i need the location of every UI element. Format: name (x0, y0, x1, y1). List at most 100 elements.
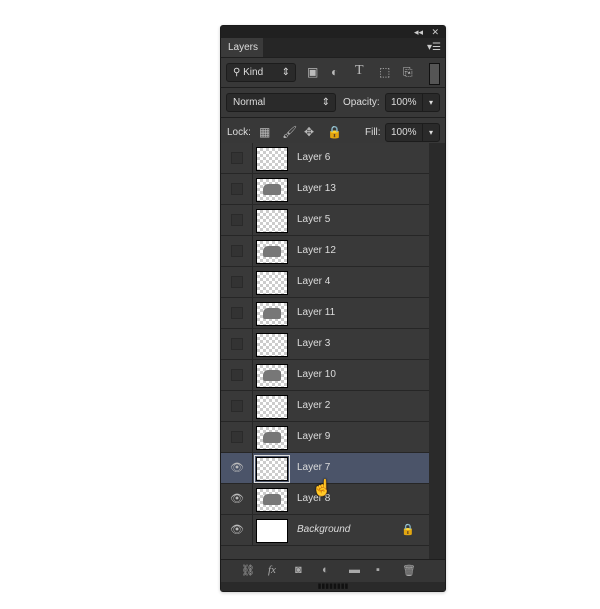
layer-name[interactable]: Layer 9 (297, 422, 330, 452)
new-layer-icon[interactable]: ▪ (376, 564, 380, 576)
layer-thumbnail[interactable] (256, 395, 288, 419)
visibility-toggle[interactable] (221, 267, 253, 297)
eye-icon: 👁 (230, 524, 244, 536)
resize-grip[interactable]: ▮▮▮▮▮▮▮▮ (221, 582, 445, 591)
smart-object-filter-icon[interactable]: ⎘ (403, 65, 413, 79)
close-icon[interactable]: ✕ (431, 26, 439, 38)
layer-thumbnail[interactable] (256, 488, 288, 512)
layer-thumbnail[interactable] (256, 178, 288, 202)
visibility-toggle[interactable] (221, 236, 253, 266)
lock-label: Lock: (227, 127, 251, 138)
layer-row[interactable]: Layer 2 (221, 391, 429, 422)
layer-row[interactable]: Layer 11 (221, 298, 429, 329)
blend-row: Normal ⇕ Opacity: 100% ▾ (221, 88, 445, 118)
layer-row[interactable]: Layer 3 (221, 329, 429, 360)
layer-row[interactable]: Layer 6 (221, 143, 429, 174)
fx-icon[interactable]: fx (268, 564, 276, 576)
layer-thumbnail[interactable] (254, 455, 290, 483)
layer-thumbnail[interactable] (256, 209, 288, 233)
layer-thumbnail[interactable] (256, 147, 288, 171)
hidden-box (231, 214, 243, 226)
updown-icon: ⇕ (321, 97, 330, 108)
lock-transparent-icon[interactable]: ▦ (259, 125, 270, 139)
visibility-toggle[interactable]: 👁 (221, 484, 253, 514)
image-filter-icon[interactable]: ▣ (307, 65, 318, 79)
layer-thumbnail[interactable] (256, 426, 288, 450)
add-mask-icon[interactable]: ◙ (295, 564, 302, 576)
layer-row[interactable]: Layer 13 (221, 174, 429, 205)
layer-row[interactable]: 👁 Background 🔒 (221, 515, 429, 546)
layer-name[interactable]: Background (297, 515, 350, 545)
new-group-icon[interactable]: ▬ (349, 564, 360, 576)
hidden-box (231, 307, 243, 319)
fill-value: 100% (391, 127, 417, 138)
visibility-toggle[interactable]: 👁 (221, 515, 253, 545)
chevron-down-icon[interactable]: ▾ (422, 124, 439, 141)
visibility-toggle[interactable] (221, 391, 253, 421)
layer-thumbnail[interactable] (256, 519, 288, 543)
visibility-toggle[interactable] (221, 360, 253, 390)
opacity-value: 100% (391, 97, 417, 108)
layer-name[interactable]: Layer 12 (297, 236, 336, 266)
layer-thumbnail[interactable] (256, 364, 288, 388)
layer-name[interactable]: Layer 10 (297, 360, 336, 390)
tab-layers[interactable]: Layers (221, 38, 263, 57)
panel-menu-icon[interactable]: ▾☰ (427, 38, 441, 57)
cat-silhouette (263, 432, 281, 443)
layer-name[interactable]: Layer 2 (297, 391, 330, 421)
lock-position-icon[interactable]: ✥ (304, 125, 314, 139)
kind-select[interactable]: ⚲ Kind ⇕ (226, 63, 296, 82)
layer-name[interactable]: Layer 11 (297, 298, 335, 328)
chevron-down-icon[interactable]: ▾ (422, 94, 439, 111)
fill-field[interactable]: 100% ▾ (385, 123, 440, 142)
shape-filter-icon[interactable]: ⬚ (379, 65, 390, 79)
layer-thumbnail[interactable] (256, 240, 288, 264)
layer-row[interactable]: Layer 12 (221, 236, 429, 267)
hidden-box (231, 245, 243, 257)
layer-name[interactable]: Layer 5 (297, 205, 330, 235)
layers-panel: ◂◂ ✕ Layers ▾☰ ⚲ Kind ⇕ ▣ ◐ T ⬚ ⎘ Normal… (220, 25, 446, 592)
filter-toggle[interactable] (429, 63, 440, 85)
cat-silhouette (263, 494, 281, 505)
layer-row[interactable]: Layer 10 (221, 360, 429, 391)
cat-silhouette (263, 370, 281, 381)
visibility-toggle[interactable] (221, 329, 253, 359)
hidden-box (231, 400, 243, 412)
lock-all-icon[interactable]: 🔒 (327, 125, 342, 139)
blend-mode-select[interactable]: Normal ⇕ (226, 93, 336, 112)
lock-icon: 🔒 (401, 524, 415, 536)
layer-name[interactable]: Layer 13 (297, 174, 336, 204)
cat-silhouette (263, 308, 281, 319)
search-icon: ⚲ (233, 67, 241, 78)
kind-label: Kind (243, 67, 264, 78)
opacity-field[interactable]: 100% ▾ (385, 93, 440, 112)
hidden-box (231, 183, 243, 195)
layer-name[interactable]: Layer 6 (297, 143, 330, 173)
visibility-toggle[interactable] (221, 205, 253, 235)
collapse-icon[interactable]: ◂◂ (414, 26, 423, 38)
visibility-toggle[interactable] (221, 174, 253, 204)
delete-icon[interactable]: 🗑 (402, 564, 416, 577)
layer-row[interactable]: Layer 9 (221, 422, 429, 453)
visibility-toggle[interactable] (221, 422, 253, 452)
adjustment-filter-icon[interactable]: ◐ (331, 65, 338, 79)
layer-thumbnail[interactable] (256, 271, 288, 295)
eye-icon: 👁 (230, 493, 244, 505)
layer-row[interactable]: Layer 5 (221, 205, 429, 236)
layer-thumbnail[interactable] (256, 333, 288, 357)
lock-paint-icon[interactable]: 🖌 (282, 125, 297, 139)
blend-mode-label: Normal (233, 97, 266, 108)
layer-name[interactable]: Layer 3 (297, 329, 330, 359)
layer-row[interactable]: Layer 4 (221, 267, 429, 298)
layer-name[interactable]: Layer 4 (297, 267, 330, 297)
layer-thumbnail[interactable] (256, 302, 288, 326)
scrollbar[interactable] (429, 143, 445, 565)
link-layers-icon[interactable]: ⛓ (241, 564, 255, 577)
hand-cursor-icon: ☝ (312, 480, 332, 497)
adjustment-icon[interactable]: ◐ (322, 564, 329, 576)
type-filter-icon[interactable]: T (355, 64, 364, 78)
visibility-toggle[interactable] (221, 298, 253, 328)
panel-titlebar: ◂◂ ✕ (221, 26, 445, 38)
visibility-toggle[interactable] (221, 143, 253, 173)
visibility-toggle[interactable]: 👁 (221, 453, 253, 483)
